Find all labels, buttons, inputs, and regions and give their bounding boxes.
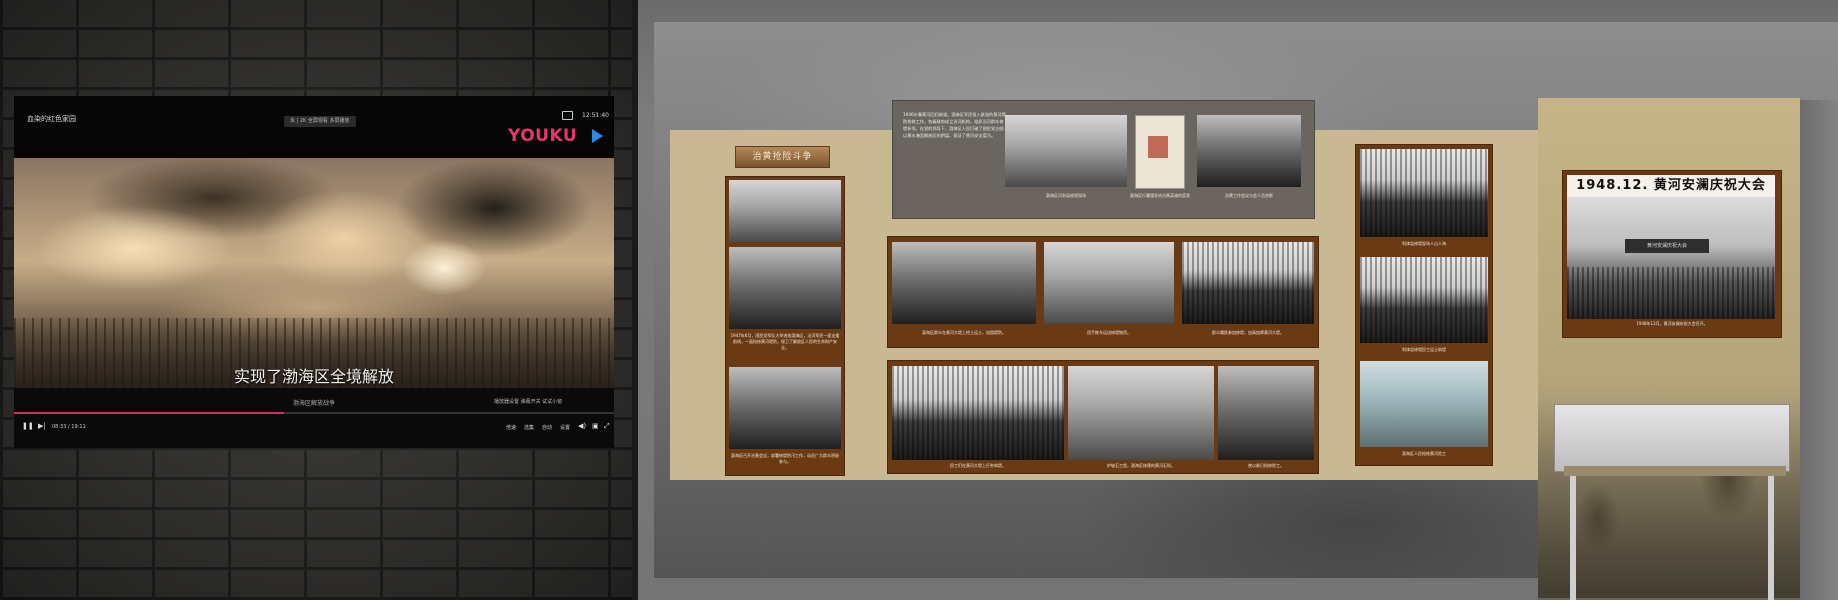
video-player[interactable]: 血染的红色家园 永 | 2K 全屏观看 多屏播放 12:51:40 YOUKU … xyxy=(14,96,614,448)
photo-river-flood xyxy=(729,180,841,242)
speed-button[interactable]: 倍速 xyxy=(506,424,516,431)
photo-right-1 xyxy=(1360,149,1488,237)
caption-left-2: 渤海区召开治黄会议，部署修堤防汛工作，动员广大群众积极参与。 xyxy=(731,453,839,464)
exhibit-title-plaque: 治黄抢险斗争 xyxy=(735,146,830,168)
photo-certificate xyxy=(1135,115,1185,189)
caption-mid2-a: 民工们在黄河大堤上打夯筑堤。 xyxy=(950,463,1006,468)
video-title: 血染的红色家园 xyxy=(27,115,76,123)
middle-row-2: 民工们在黄河大堤上打夯筑堤。 护坡石工程，渤海区修建的黄河石坝。 夜以继日抢修险… xyxy=(887,360,1319,474)
stand-leg-left xyxy=(1570,476,1576,600)
tv-cast-icon[interactable] xyxy=(562,111,573,120)
photo-mid2-c xyxy=(1218,366,1314,460)
time-display: 08:33 / 19:11 xyxy=(52,424,86,430)
video-frame[interactable] xyxy=(14,158,614,388)
caption-right-1: 利津县修堤现场人山人海 xyxy=(1402,241,1446,246)
progress-fill xyxy=(14,412,284,414)
photo-mid1-a xyxy=(892,242,1036,324)
celebration-caption: 1948年12月，黄河安澜庆祝大会召开。 xyxy=(1636,321,1708,326)
photo-mid2-b xyxy=(1068,366,1214,460)
intro-text: 1946年春黄河回归故道，渤海区军民投入紧张的黄河堤防抢修工作。各级政府成立治河… xyxy=(903,112,1006,138)
player-controls: 渤海区解放战争 播放器设置 弹幕开关 试试小窗 ❚❚ ▶| 08:33 / 19… xyxy=(14,388,614,448)
episodes-button[interactable]: 选集 xyxy=(524,424,534,431)
photo-panel-3 xyxy=(1197,115,1301,187)
video-subtitle: 实现了渤海区全境解放 xyxy=(233,367,394,386)
volume-icon[interactable]: ◀) xyxy=(578,422,586,430)
caption-right-2: 利津县修堤民工运土筑堤 xyxy=(1402,347,1446,352)
quality-pill[interactable]: 永 | 2K 全屏观看 多屏播放 xyxy=(284,116,356,127)
photo-dike-repair xyxy=(729,247,841,329)
youku-logo: YOUKU xyxy=(508,126,578,146)
bullet-hint[interactable]: 播放器设置 弹幕开关 试试小窗 xyxy=(494,398,562,405)
display-stand xyxy=(1554,404,1790,472)
caption-panel-1: 渤海区河务局修堤现场 xyxy=(1046,193,1086,198)
caption-left-1: 1947年6月，国民党军队大举进攻渤海区，沿河军民一面支援前线，一面抢修黄河堤防… xyxy=(730,333,840,350)
quality-button[interactable]: 自动 xyxy=(542,424,552,431)
fullscreen-icon[interactable]: ⤢ xyxy=(604,422,610,431)
celebration-photo: 黄河安澜庆祝大会 xyxy=(1567,197,1775,319)
clock-text: 12:51:40 xyxy=(582,112,609,119)
left-photo-column: 1947年6月，国民党军队大举进攻渤海区，沿河军民一面支援前线，一面抢修黄河堤防… xyxy=(725,176,845,476)
next-icon[interactable]: ▶| xyxy=(38,422,46,430)
celebration-title: 1948.12. 黄河安澜庆祝大会 xyxy=(1567,175,1775,197)
settings-button[interactable]: 设置 xyxy=(560,424,570,431)
caption-mid1-c: 群众踊跃参加修堤，加高加厚黄河大堤。 xyxy=(1212,330,1284,335)
photo-right-2 xyxy=(1360,257,1488,343)
photo-mid1-b xyxy=(1044,242,1174,324)
caption-mid2-c: 夜以继日抢修险工。 xyxy=(1248,463,1284,468)
hall-pillar xyxy=(1800,100,1838,600)
celebration-photo-frame: 1948.12. 黄河安澜庆祝大会 黄河安澜庆祝大会 1948年12月，黄河安澜… xyxy=(1562,170,1782,338)
pip-icon[interactable]: ▣ xyxy=(592,422,599,430)
caption-right-3: 渤海区人民抢修黄河险工 xyxy=(1402,451,1446,456)
photo-panel-1 xyxy=(1005,115,1127,187)
caption-panel-3: 治黄工作会议与会人员合影 xyxy=(1225,193,1273,198)
caption-mid1-b: 用手推车运送修堤物资。 xyxy=(1087,330,1131,335)
right-photo-column: 利津县修堤现场人山人海 利津县修堤民工运土筑堤 渤海区人民抢修黄河险工 xyxy=(1355,144,1493,466)
photo-mid1-c xyxy=(1182,242,1314,324)
photo-mid2-a xyxy=(892,366,1064,460)
stand-leg-right xyxy=(1768,476,1774,600)
progress-bar[interactable] xyxy=(14,412,614,414)
stand-top-rail xyxy=(1564,466,1786,476)
caption-mid2-b: 护坡石工程，渤海区修建的黄河石坝。 xyxy=(1107,463,1175,468)
certificate-stamp xyxy=(1148,136,1168,158)
photo-meeting xyxy=(729,367,841,449)
intro-text-panel: 1946年春黄河回归故道，渤海区军民投入紧张的黄河堤防抢修工作。各级政府成立治河… xyxy=(892,100,1315,219)
caption-panel-2: 渤海区行署颁发给治黄英雄的奖状 xyxy=(1130,193,1190,198)
middle-row-1: 渤海区群众在黄河大堤上挖土运土，加固堤防。 用手推车运送修堤物资。 群众踊跃参加… xyxy=(887,236,1319,348)
youku-logo-arrow-icon xyxy=(592,129,603,143)
caption-mid1-a: 渤海区群众在黄河大堤上挖土运土，加固堤防。 xyxy=(922,330,1006,335)
pause-icon[interactable]: ❚❚ xyxy=(22,422,34,430)
player-topbar: 血染的红色家园 永 | 2K 全屏观看 多屏播放 12:51:40 YOUKU xyxy=(14,96,614,158)
celebration-stage-sign: 黄河安澜庆祝大会 xyxy=(1625,239,1709,253)
photo-right-3 xyxy=(1360,361,1488,447)
